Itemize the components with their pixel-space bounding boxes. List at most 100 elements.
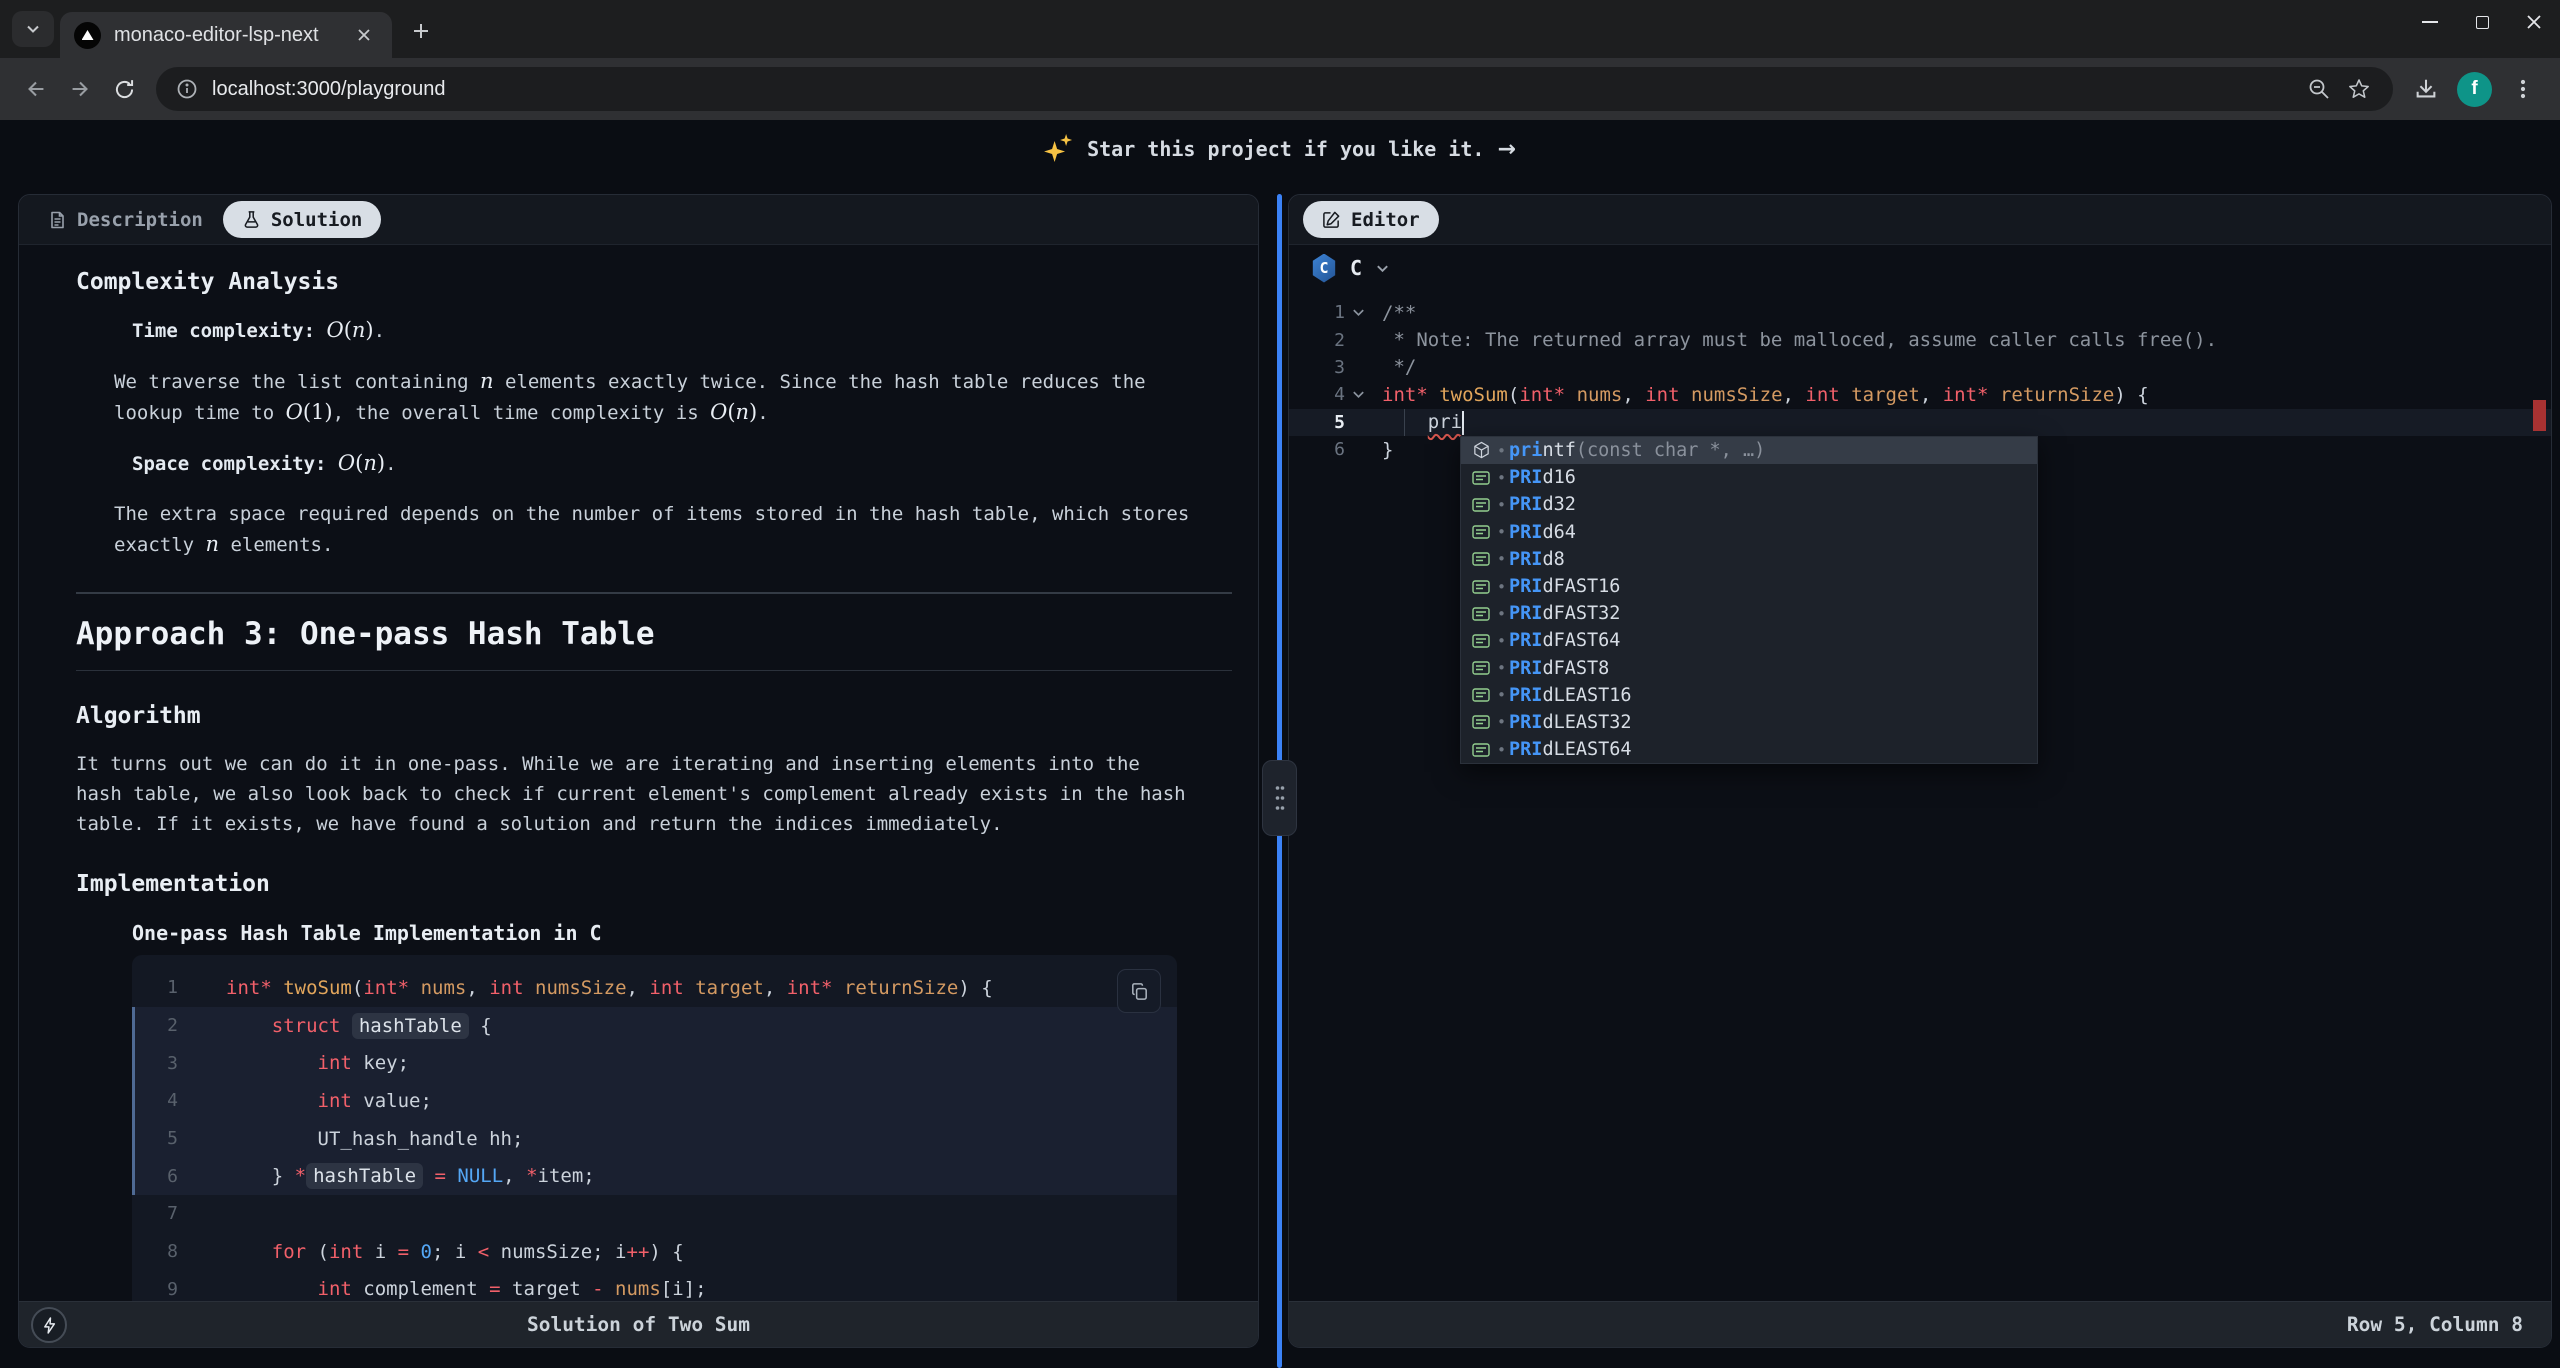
code-caption: One-pass Hash Table Implementation in C bbox=[76, 921, 1232, 945]
line-number: 6 bbox=[132, 1166, 178, 1187]
bookmark-star-icon[interactable] bbox=[2339, 69, 2379, 109]
code-line: 1int* twoSum(int* nums, int numsSize, in… bbox=[132, 969, 1177, 1007]
suggestion-bullet: • bbox=[1497, 442, 1506, 460]
autocomplete-widget: •printf(const char *, …)•PRId16•PRId32•P… bbox=[1460, 436, 2038, 764]
suggestion-item[interactable]: •PRIdFAST8 bbox=[1461, 655, 2037, 682]
editor-line[interactable]: 2 * Note: The returned array must be mal… bbox=[1289, 326, 2551, 353]
suggestion-item[interactable]: •PRId8 bbox=[1461, 546, 2037, 573]
browser-tabstrip: monaco-editor-lsp-next bbox=[0, 0, 2560, 58]
c-language-icon: C bbox=[1311, 254, 1337, 283]
downloads-icon[interactable] bbox=[2403, 66, 2449, 112]
text-icon bbox=[1470, 467, 1492, 489]
suggestion-bullet: • bbox=[1497, 523, 1506, 541]
tab-description[interactable]: Description bbox=[33, 209, 217, 231]
suggestion-item[interactable]: •PRIdLEAST32 bbox=[1461, 709, 2037, 736]
suggestion-item[interactable]: •PRId32 bbox=[1461, 491, 2037, 518]
cube-icon bbox=[1470, 440, 1492, 462]
window-controls bbox=[2404, 0, 2560, 58]
line-number: 2 bbox=[1289, 330, 1345, 351]
suggestion-label: d16 bbox=[1542, 467, 1575, 488]
text-icon bbox=[1470, 603, 1492, 625]
tab-editor[interactable]: Editor bbox=[1303, 201, 1439, 238]
suggestion-item[interactable]: •PRId16 bbox=[1461, 464, 2037, 491]
math-expression: n bbox=[480, 369, 494, 393]
tab-close-icon[interactable] bbox=[350, 21, 378, 49]
panel-resize-handle[interactable] bbox=[1262, 760, 1297, 836]
doc-paragraph: Time complexity: O(n). bbox=[76, 315, 1196, 346]
document-icon bbox=[47, 210, 67, 230]
suggestion-detail: (const char *, …) bbox=[1576, 440, 1765, 461]
close-button[interactable] bbox=[2508, 0, 2560, 44]
tab-search-button[interactable] bbox=[12, 11, 54, 47]
copy-code-button[interactable] bbox=[1117, 969, 1161, 1013]
quick-action-button[interactable] bbox=[31, 1307, 67, 1343]
line-number: 3 bbox=[1289, 357, 1345, 378]
editor-line[interactable]: 4int* twoSum(int* nums, int numsSize, in… bbox=[1289, 381, 2551, 408]
suggestion-match-text: PRI bbox=[1509, 549, 1542, 570]
suggestion-bullet: • bbox=[1497, 659, 1506, 677]
text-icon bbox=[1470, 711, 1492, 733]
tab-description-label: Description bbox=[77, 209, 203, 231]
profile-avatar[interactable]: f bbox=[2457, 72, 2492, 107]
suggestion-item[interactable]: •PRIdLEAST64 bbox=[1461, 736, 2037, 763]
line-number: 8 bbox=[132, 1241, 178, 1262]
suggestion-label: ntf bbox=[1542, 440, 1575, 461]
doc-heading: Complexity Analysis bbox=[76, 269, 1232, 295]
tab-title: monaco-editor-lsp-next bbox=[114, 24, 350, 47]
new-tab-button[interactable] bbox=[404, 14, 438, 48]
text-icon bbox=[1470, 739, 1492, 761]
line-number: 2 bbox=[132, 1015, 178, 1036]
code-line: 6 } *hashTable = NULL, *item; bbox=[132, 1157, 1177, 1195]
suggestion-item[interactable]: •PRIdLEAST16 bbox=[1461, 682, 2037, 709]
math-expression: O(1) bbox=[286, 400, 333, 424]
fold-chevron-icon[interactable] bbox=[1345, 305, 1371, 320]
suggestion-item[interactable]: •PRIdFAST64 bbox=[1461, 627, 2037, 654]
suggestion-bullet: • bbox=[1497, 605, 1506, 623]
site-favicon bbox=[74, 22, 101, 49]
language-selector[interactable]: C C bbox=[1289, 245, 2551, 291]
text-cursor bbox=[1462, 411, 1464, 435]
reload-button[interactable] bbox=[102, 67, 146, 111]
editor-line[interactable]: 1/** bbox=[1289, 299, 2551, 326]
edit-pencil-icon bbox=[1322, 210, 1341, 229]
address-bar[interactable]: localhost:3000/playground bbox=[156, 67, 2393, 111]
minimize-button[interactable] bbox=[2404, 0, 2456, 44]
editor-line[interactable]: 5 pri bbox=[1289, 409, 2551, 436]
suggestion-match-text: PRI bbox=[1509, 522, 1542, 543]
suggestion-item[interactable]: •PRIdFAST16 bbox=[1461, 573, 2037, 600]
suggestion-bullet: • bbox=[1497, 741, 1506, 759]
browser-tab[interactable]: monaco-editor-lsp-next bbox=[60, 12, 392, 58]
text-icon bbox=[1470, 548, 1492, 570]
suggestion-label: dLEAST64 bbox=[1542, 739, 1631, 760]
tab-editor-label: Editor bbox=[1351, 209, 1420, 231]
editor-line[interactable]: 3 */ bbox=[1289, 354, 2551, 381]
code-line: 3 int key; bbox=[132, 1044, 1177, 1082]
suggestion-item[interactable]: •PRIdFAST32 bbox=[1461, 600, 2037, 627]
left-panel-header: Description Solution bbox=[19, 195, 1258, 245]
suggestion-item[interactable]: •printf(const char *, …) bbox=[1461, 437, 2037, 464]
doc-heading: Approach 3: One-pass Hash Table bbox=[76, 616, 1232, 671]
browser-toolbar: localhost:3000/playground f bbox=[0, 58, 2560, 120]
forward-button[interactable] bbox=[58, 67, 102, 111]
text-icon bbox=[1470, 630, 1492, 652]
suggestion-label: dLEAST32 bbox=[1542, 712, 1631, 733]
star-project-banner[interactable]: Star this project if you like it. → bbox=[0, 120, 2560, 178]
tab-solution[interactable]: Solution bbox=[223, 201, 382, 238]
back-button[interactable] bbox=[14, 67, 58, 111]
maximize-button[interactable] bbox=[2456, 0, 2508, 44]
doc-paragraph: It turns out we can do it in one-pass. W… bbox=[76, 749, 1196, 839]
fold-chevron-icon[interactable] bbox=[1345, 387, 1371, 402]
text-icon bbox=[1470, 657, 1492, 679]
zoom-out-icon[interactable] bbox=[2299, 69, 2339, 109]
suggestion-item[interactable]: •PRId64 bbox=[1461, 519, 2037, 546]
suggestion-label: d8 bbox=[1542, 549, 1564, 570]
monaco-editor[interactable]: 1/**2 * Note: The returned array must be… bbox=[1289, 291, 2551, 1301]
site-info-icon[interactable] bbox=[176, 78, 198, 100]
text-icon bbox=[1470, 684, 1492, 706]
left-status-text: Solution of Two Sum bbox=[527, 1313, 750, 1336]
url-text: localhost:3000/playground bbox=[212, 78, 2299, 101]
menu-kebab-icon[interactable] bbox=[2500, 66, 2546, 112]
line-number: 4 bbox=[132, 1090, 178, 1111]
suggestion-bullet: • bbox=[1497, 550, 1506, 568]
suggestion-bullet: • bbox=[1497, 713, 1506, 731]
